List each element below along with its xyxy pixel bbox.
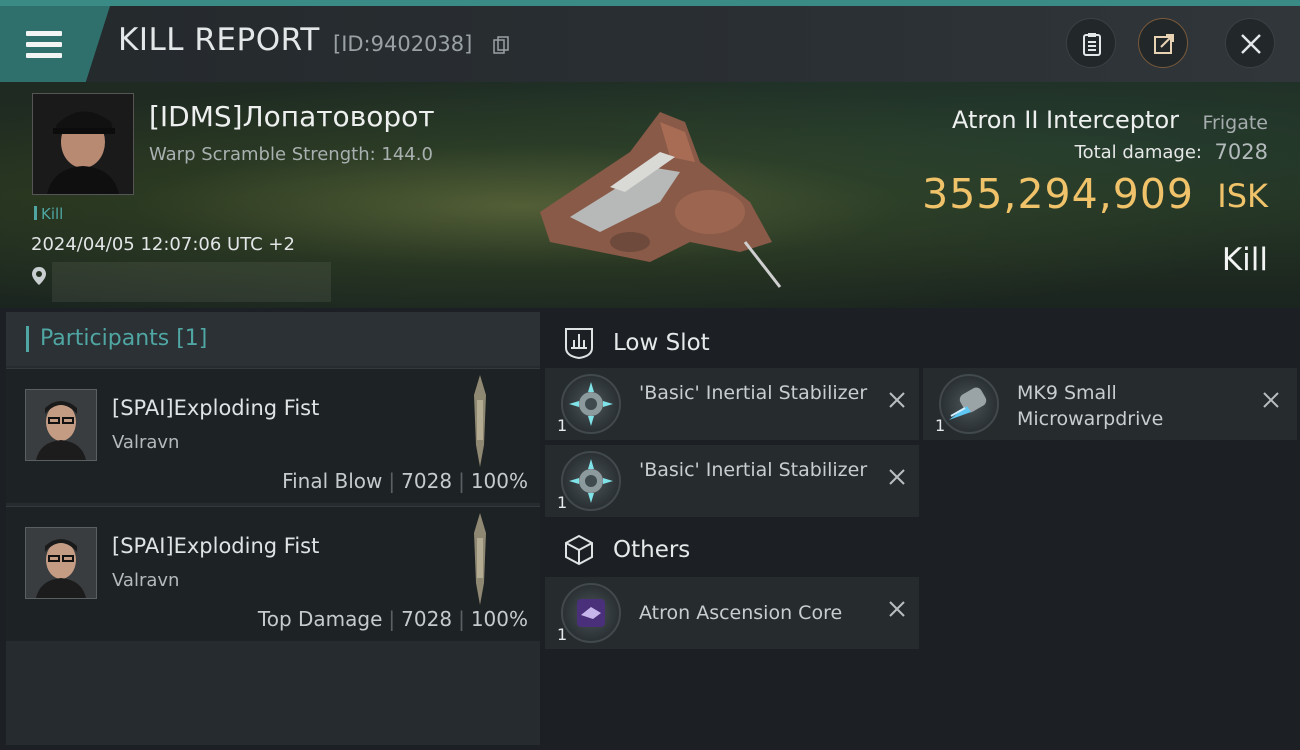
location-redacted	[52, 262, 331, 302]
item-name: 'Basic' Inertial Stabilizer	[639, 382, 868, 404]
close-icon	[1241, 34, 1261, 54]
destroyed-x-icon	[1263, 392, 1279, 408]
clipboard-button[interactable]	[1066, 18, 1116, 68]
item-quantity: 1	[935, 416, 946, 435]
microwarpdrive-icon	[939, 374, 999, 434]
participant-portrait	[26, 390, 96, 460]
fitting-item[interactable]: 1 'Basic' Inertial Stabilizer	[545, 445, 919, 517]
menu-icon	[26, 31, 62, 59]
participant-damage: 7028	[401, 469, 453, 493]
participant-row[interactable]: [SPAI]Exploding Fist Valravn Top Damage |…	[6, 506, 540, 641]
participant-damage: 7028	[401, 607, 453, 631]
participants-panel: Participants [1] [SPAI]Exploding Fist Va…	[6, 312, 540, 745]
low-slot-label: Low Slot	[613, 330, 710, 356]
victim-portrait	[33, 94, 133, 194]
others-label: Others	[613, 537, 691, 563]
fittings-panel: Low Slot 1 'Basic' Inertial Stabilizer 1…	[545, 312, 1297, 745]
clipboard-icon	[1083, 33, 1101, 56]
close-button[interactable]	[1225, 18, 1275, 68]
participant-stats: Top Damage | 7028 | 100%	[257, 607, 528, 631]
kill-type-tag: Kill	[34, 205, 63, 223]
inertial-stabilizer-icon	[561, 374, 621, 434]
participant-ship-image	[474, 375, 486, 467]
header-accent-line	[0, 0, 1300, 6]
participant-ship: Valravn	[112, 432, 180, 453]
header-bar: KILL REPORT [ID:9402038]	[0, 0, 1300, 82]
participant-name[interactable]: [SPAI]Exploding Fist	[112, 534, 319, 558]
item-quantity: 1	[557, 625, 568, 644]
cube-icon	[565, 534, 593, 566]
ship-class: Frigate	[1202, 112, 1268, 134]
total-damage-value: 7028	[1214, 140, 1268, 164]
participant-portrait	[26, 528, 96, 598]
isk-value: 355,294,909	[922, 170, 1194, 218]
page-title: KILL REPORT	[118, 22, 320, 58]
low-slot-icon	[565, 328, 593, 360]
participant-avatar[interactable]	[25, 389, 97, 461]
victim-avatar[interactable]	[32, 93, 134, 195]
participant-name[interactable]: [SPAI]Exploding Fist	[112, 396, 319, 420]
warp-scramble-strength: Warp Scramble Strength: 144.0	[149, 144, 433, 165]
item-name: Atron Ascension Core	[639, 602, 843, 624]
participants-header[interactable]: Participants [1]	[6, 312, 540, 366]
kill-outcome: Kill	[1221, 242, 1268, 278]
destroyed-x-icon	[889, 469, 905, 485]
participant-avatar[interactable]	[25, 527, 97, 599]
location-pin-icon	[32, 267, 46, 285]
low-slot-header: Low Slot	[545, 316, 925, 366]
fitting-item[interactable]: 1 MK9 Small Microwarpdrive	[923, 368, 1297, 440]
ascension-core-icon	[561, 583, 621, 643]
participant-percent: 100%	[470, 607, 528, 631]
fitting-item[interactable]: 1 'Basic' Inertial Stabilizer	[545, 368, 919, 440]
ship-image	[540, 112, 782, 288]
destroyed-x-icon	[889, 392, 905, 408]
ship-name[interactable]: Atron II Interceptor	[952, 106, 1179, 134]
destroyed-x-icon	[889, 601, 905, 617]
participant-percent: 100%	[470, 469, 528, 493]
participant-ship-image	[474, 513, 486, 605]
participant-stats: Final Blow | 7028 | 100%	[282, 469, 528, 493]
share-button[interactable]	[1138, 18, 1188, 68]
item-quantity: 1	[557, 493, 568, 512]
participant-ship: Valravn	[112, 570, 180, 591]
others-header: Others	[545, 523, 925, 573]
total-damage-label: Total damage:	[1074, 142, 1202, 163]
kill-summary: [IDMS]Лопатоворот Warp Scramble Strength…	[0, 82, 1300, 308]
share-icon	[1154, 34, 1174, 54]
item-quantity: 1	[557, 416, 568, 435]
inertial-stabilizer-icon	[561, 451, 621, 511]
participants-label: Participants [1]	[40, 326, 208, 351]
copy-icon[interactable]	[493, 36, 509, 54]
item-name: MK9 Small Microwarpdrive	[1017, 382, 1164, 430]
report-id: [ID:9402038]	[333, 32, 473, 56]
isk-unit: ISK	[1217, 177, 1268, 215]
participant-role: Top Damage	[257, 607, 383, 631]
victim-name[interactable]: [IDMS]Лопатоворот	[149, 100, 435, 133]
fitting-item[interactable]: 1 Atron Ascension Core	[545, 577, 919, 649]
participant-row[interactable]: [SPAI]Exploding Fist Valravn Final Blow |…	[6, 368, 540, 503]
menu-button[interactable]	[0, 6, 110, 82]
item-name: 'Basic' Inertial Stabilizer	[639, 459, 868, 481]
kill-datetime: 2024/04/05 12:07:06 UTC +2	[31, 234, 295, 255]
participant-role: Final Blow	[282, 469, 383, 493]
